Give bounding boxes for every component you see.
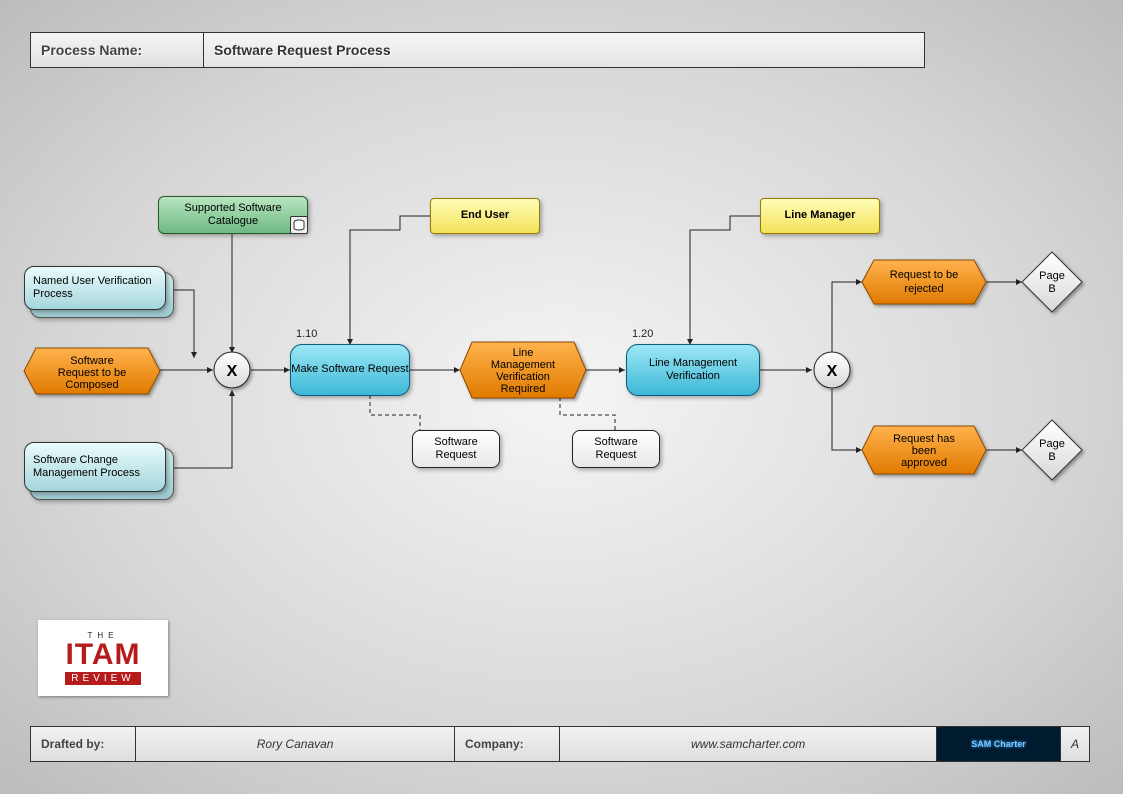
- db-icon: [290, 216, 308, 234]
- footer-bar: Drafted by: Rory Canavan Company: www.sa…: [30, 726, 1090, 762]
- data-sr2: Software Request: [572, 430, 660, 468]
- header-label: Process Name:: [31, 33, 204, 67]
- footer-page: A: [1061, 727, 1089, 761]
- svg-text:X: X: [827, 363, 838, 380]
- header-bar: Process Name: Software Request Process: [30, 32, 925, 68]
- footer-value-drafted: Rory Canavan: [136, 727, 455, 761]
- role-end-user: End User: [430, 198, 540, 234]
- hex-verif-required: LineManagementVerificationRequired: [460, 342, 586, 398]
- svg-text:been: been: [912, 445, 936, 457]
- change-mgmt-proc: Software Change Management Process: [24, 442, 166, 492]
- named-user-proc: Named User Verification Process: [24, 266, 166, 310]
- svg-text:rejected: rejected: [904, 283, 943, 295]
- svg-text:Verification: Verification: [496, 371, 550, 383]
- step-id-2: 1.20: [632, 328, 653, 340]
- hex-approve: Request hasbeenapproved: [862, 426, 986, 474]
- svg-text:Request has: Request has: [893, 433, 955, 445]
- svg-text:Software: Software: [70, 355, 113, 367]
- svg-text:B: B: [1048, 451, 1055, 463]
- activity-verification: Line Management Verification: [626, 344, 760, 396]
- svg-text:Line: Line: [513, 347, 534, 359]
- footer-value-company: www.samcharter.com: [560, 727, 937, 761]
- gateway-2: X: [812, 350, 852, 390]
- svg-text:Required: Required: [501, 383, 546, 395]
- svg-text:Request to be: Request to be: [58, 367, 127, 379]
- data-sr1: Software Request: [412, 430, 500, 468]
- step-id-1: 1.10: [296, 328, 317, 340]
- itam-line3: REVIEW: [65, 672, 140, 685]
- svg-text:X: X: [227, 363, 238, 380]
- svg-text:Request to be: Request to be: [890, 269, 959, 281]
- footer-label-company: Company:: [455, 727, 560, 761]
- role-line-manager: Line Manager: [760, 198, 880, 234]
- footer-logo: SAM Charter: [937, 727, 1061, 761]
- svg-text:Management: Management: [491, 359, 555, 371]
- page-b-bottom: PageB: [1022, 420, 1082, 480]
- catalogue-box: Supported Software Catalogue: [158, 196, 308, 234]
- page-b-top: PageB: [1022, 252, 1082, 312]
- gateway-1: X: [212, 350, 252, 390]
- header-value: Software Request Process: [204, 33, 924, 67]
- activity-make-request: Make Software Request: [290, 344, 410, 396]
- itam-logo: THE ITAM REVIEW: [38, 620, 168, 696]
- svg-text:B: B: [1048, 283, 1055, 295]
- hex-reject: Request to be rejected: [862, 260, 986, 304]
- svg-text:Composed: Composed: [65, 379, 118, 391]
- footer-label-drafted: Drafted by:: [31, 727, 136, 761]
- svg-text:approved: approved: [901, 457, 947, 469]
- itam-big: ITAM: [65, 640, 140, 670]
- svg-text:Page: Page: [1039, 438, 1065, 450]
- svg-text:Page: Page: [1039, 270, 1065, 282]
- hex-compose: SoftwareRequest to beComposed: [24, 348, 160, 394]
